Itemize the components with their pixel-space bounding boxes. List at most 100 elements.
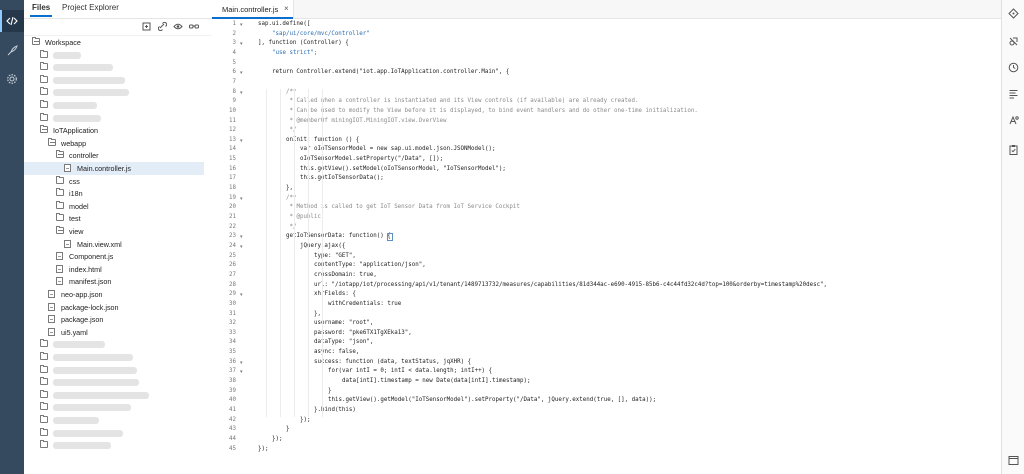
tree-folder[interactable]	[24, 338, 204, 351]
tree-folder[interactable]: Workspace	[24, 36, 204, 49]
tree-folder[interactable]: css	[24, 175, 204, 188]
line-number: 40	[229, 397, 236, 404]
tree-item-label: package.json	[61, 315, 104, 325]
tree-folder[interactable]	[24, 74, 204, 87]
fold-toggle-icon[interactable]: ▾	[240, 90, 243, 96]
redacted-label	[53, 429, 123, 437]
tree-file[interactable]: Component.js	[24, 250, 204, 263]
line-number: 3	[232, 40, 237, 47]
tree-folder[interactable]: webapp	[24, 137, 204, 150]
code-area[interactable]: sap.ui.define(["sap/ui/core/mvc/Controll…	[256, 18, 996, 474]
fold-toggle-icon[interactable]: ▾	[240, 70, 243, 76]
folder-icon	[56, 226, 64, 234]
console-icon[interactable]	[1008, 455, 1019, 466]
link-icon[interactable]	[157, 21, 167, 32]
tree-item-label: ui5.yaml	[61, 327, 88, 337]
folder-icon	[40, 377, 48, 386]
folder-icon	[40, 87, 48, 96]
tree-file[interactable]: Main.controller.js	[24, 162, 204, 175]
tree-item-label: Main.view.xml	[77, 239, 122, 249]
line-number: 36	[229, 358, 236, 365]
line-number: 30	[229, 300, 236, 307]
fold-toggle-icon[interactable]: ▾	[240, 196, 243, 202]
tree-file[interactable]: manifest.json	[24, 275, 204, 288]
tab-files[interactable]: Files	[29, 3, 53, 17]
line-number: 6	[232, 69, 237, 76]
tree-folder[interactable]	[24, 112, 204, 125]
fold-toggle-icon[interactable]: ▾	[240, 369, 243, 375]
tree-folder[interactable]	[24, 99, 204, 112]
tab-project-explorer[interactable]: Project Explorer	[62, 3, 119, 12]
folder-icon	[56, 213, 64, 222]
git-icon[interactable]	[1008, 8, 1019, 19]
tree-folder[interactable]	[24, 439, 204, 452]
tree-folder[interactable]	[24, 351, 204, 364]
activity-bar	[0, 0, 24, 474]
fold-toggle-icon[interactable]: ▾	[240, 244, 243, 250]
outline-icon[interactable]	[1008, 88, 1019, 99]
history-icon[interactable]	[1008, 62, 1019, 73]
code-line: url: "/iotapp/iot/processing/api/v1/tena…	[314, 281, 828, 288]
rocket-icon[interactable]	[5, 44, 19, 58]
tree-folder[interactable]	[24, 427, 204, 440]
tree-folder[interactable]: IoTApplication	[24, 124, 204, 137]
tree-folder[interactable]: view	[24, 225, 204, 238]
fold-toggle-icon[interactable]: ▾	[240, 41, 243, 47]
tree-folder[interactable]	[24, 414, 204, 427]
fold-toggle-icon[interactable]: ▾	[240, 292, 243, 298]
tree-folder[interactable]	[24, 389, 204, 402]
line-number: 15	[229, 156, 236, 163]
tree-item-label: manifest.json	[69, 277, 112, 287]
code-line: }	[328, 387, 332, 394]
code-line: contentType: "application/json",	[314, 262, 426, 269]
tree-item-label: index.html	[69, 264, 102, 274]
gear-icon[interactable]	[5, 72, 19, 86]
tree-file[interactable]: package.json	[24, 313, 204, 326]
code-line: this.getIoTSensorData();	[300, 175, 384, 182]
tree-file[interactable]: package-lock.json	[24, 301, 204, 314]
new-file-icon[interactable]	[141, 22, 151, 32]
tree-folder[interactable]	[24, 364, 204, 377]
code-line: async: false,	[314, 349, 360, 356]
line-number: 25	[229, 252, 236, 259]
tree-folder[interactable]	[24, 49, 204, 62]
line-number: 24	[229, 242, 236, 249]
tree-folder[interactable]	[24, 61, 204, 74]
debug-icon[interactable]	[1008, 36, 1019, 47]
line-number: 13	[229, 136, 236, 143]
fold-toggle-icon[interactable]: ▾	[240, 234, 243, 240]
folder-icon	[40, 62, 48, 71]
clipboard-check-icon[interactable]	[1008, 144, 1019, 155]
tree-folder[interactable]: controller	[24, 149, 204, 162]
tree-folder[interactable]	[24, 376, 204, 389]
line-number: 17	[229, 175, 236, 182]
tree-folder[interactable]: test	[24, 212, 204, 225]
tree-folder[interactable]: model	[24, 200, 204, 213]
close-icon[interactable]: ×	[284, 4, 289, 13]
api-icon[interactable]	[1008, 115, 1019, 126]
line-number: 29	[229, 291, 236, 298]
line-number: 18	[229, 185, 236, 192]
folder-icon	[40, 402, 48, 411]
file-icon	[48, 290, 55, 298]
redacted-label	[53, 391, 149, 399]
tree-file[interactable]: index.html	[24, 263, 204, 276]
code-line: }.bind(this)	[314, 407, 356, 413]
tree-folder[interactable]	[24, 401, 204, 414]
eye-icon[interactable]	[173, 22, 183, 32]
tree-file[interactable]: Main.view.xml	[24, 238, 204, 251]
fold-toggle-icon[interactable]: ▾	[240, 360, 243, 366]
fold-toggle-icon[interactable]: ▾	[240, 22, 243, 28]
tree-folder[interactable]	[24, 86, 204, 99]
line-number: 7	[232, 78, 237, 85]
tree-file[interactable]: ui5.yaml	[24, 326, 204, 339]
line-number: 43	[229, 426, 236, 433]
tab-main-controller[interactable]: Main.controller.js ×	[212, 0, 294, 19]
file-explorer-pane: Files Project Explorer Workspace IoTAppli…	[24, 0, 234, 474]
code-icon[interactable]	[5, 14, 19, 28]
line-number: 14	[229, 146, 236, 153]
tree-file[interactable]: neo-app.json	[24, 288, 204, 301]
fold-toggle-icon[interactable]: ▾	[240, 138, 243, 144]
glasses-icon[interactable]	[189, 22, 199, 32]
tree-folder[interactable]: i18n	[24, 187, 204, 200]
